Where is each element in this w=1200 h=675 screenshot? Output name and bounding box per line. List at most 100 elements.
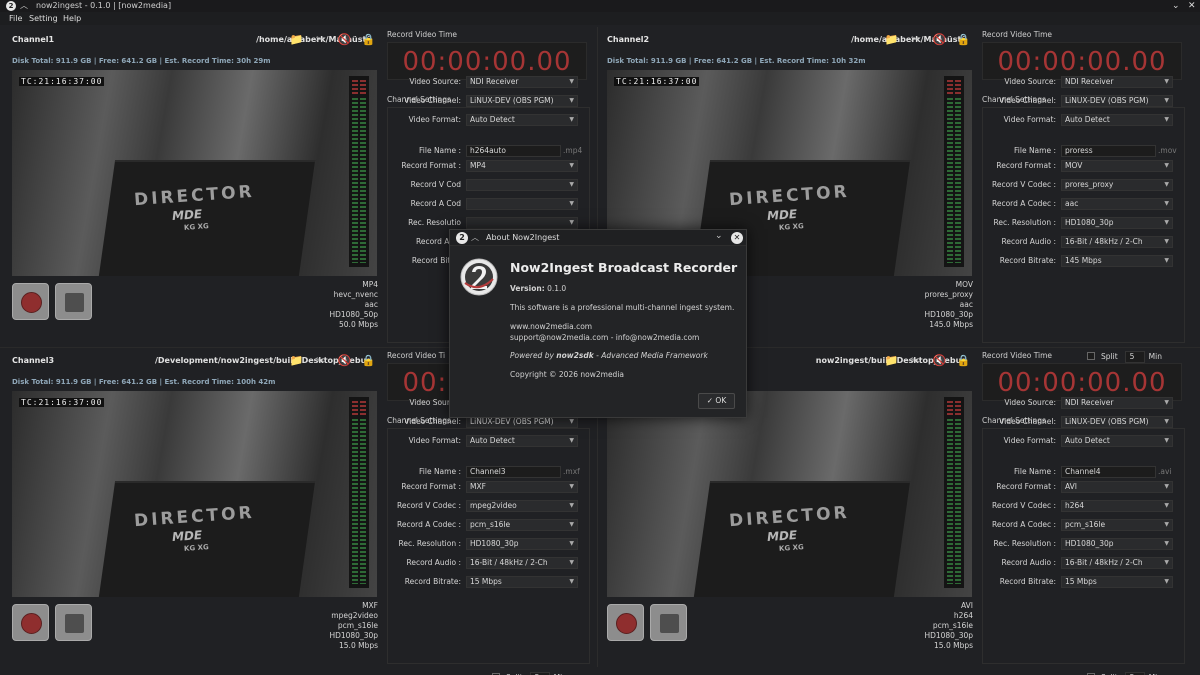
chevron-down-icon: ▼ [569, 502, 574, 509]
rec-resolution-select[interactable]: ▼ [466, 217, 578, 229]
record-audio-select[interactable]: 16-Bit / 48kHz / 2-Ch ▼ [1061, 557, 1173, 569]
file-name-label: File Name : [1014, 146, 1056, 155]
disk-info: Disk Total: 911.9 GB | Free: 641.2 GB | … [12, 57, 271, 65]
rec-resolution-select[interactable]: HD1080_30p ▼ [1061, 538, 1173, 550]
record-button[interactable] [12, 604, 49, 641]
file-name-input[interactable]: Channel4 [1061, 466, 1156, 478]
record-audio-select[interactable]: 16-Bit / 48kHz / 2-Ch ▼ [1061, 236, 1173, 248]
file-name-input[interactable]: h264auto [466, 145, 561, 157]
video-source-select[interactable]: NDI Receiver ▼ [466, 76, 578, 88]
website-text: www.now2media.com [510, 322, 593, 331]
file-name-input[interactable]: Channel3 [466, 466, 561, 478]
record-bitrate-select[interactable]: 15 Mbps ▼ [1061, 576, 1173, 588]
dialog-close-button[interactable]: ✕ [731, 232, 743, 244]
mute-icon[interactable]: 🔇 [335, 351, 354, 370]
version-label: Version: [510, 284, 545, 293]
rec-resolution-select[interactable]: HD1080_30p ▼ [1061, 217, 1173, 229]
record-a-codec-select[interactable]: aac ▼ [1061, 198, 1173, 210]
folder-icon[interactable]: 📁 [287, 351, 306, 370]
record-a-codec-label: Record A Codec : [991, 199, 1056, 208]
record-format-select[interactable]: AVI ▼ [1061, 481, 1173, 493]
app-icon: 2 [6, 1, 16, 11]
record-format-select[interactable]: MXF ▼ [466, 481, 578, 493]
stop-button[interactable] [650, 604, 687, 641]
record-bitrate-select[interactable]: 145 Mbps ▼ [1061, 255, 1173, 267]
lock-icon[interactable]: 🔒 [359, 30, 378, 49]
video-channel-select[interactable]: LiNUX-DEV (OBS PGM) ▼ [466, 95, 578, 107]
record-button[interactable] [12, 283, 49, 320]
chevron-up-icon[interactable]: ︿ [471, 232, 479, 243]
video-source-select[interactable]: NDI Receiver ▼ [1061, 397, 1173, 409]
record-a-codec-select[interactable]: pcm_s16le ▼ [466, 519, 578, 531]
record-a-codec-select[interactable]: pcm_s16le ▼ [1061, 519, 1173, 531]
rec-resolution-select[interactable]: HD1080_30p ▼ [466, 538, 578, 550]
record-v-codec-row: Record V Codec : prores_proxy ▼ [983, 178, 1186, 192]
record-bitrate-select[interactable]: 15 Mbps ▼ [466, 576, 578, 588]
record-format-select[interactable]: MOV ▼ [1061, 160, 1173, 172]
chevron-down-icon: ▼ [569, 116, 574, 123]
video-source-select[interactable]: NDI Receiver ▼ [1061, 76, 1173, 88]
record-v-codec-row: Record V Cod ▼ [388, 178, 591, 192]
record-button[interactable] [607, 604, 644, 641]
mute-icon[interactable]: 🔇 [335, 30, 354, 49]
file-extension: .mov [1158, 146, 1177, 155]
scissors-icon[interactable]: ✂ [906, 351, 925, 370]
video-channel-value: LiNUX-DEV (OBS PGM) [1065, 417, 1149, 426]
scissors-icon[interactable]: ✂ [311, 30, 330, 49]
scissors-icon[interactable]: ✂ [906, 30, 925, 49]
record-format-row: Record Format : MOV ▼ [983, 159, 1186, 173]
mute-icon[interactable]: 🔇 [930, 351, 949, 370]
info-resolution: HD1080_30p [329, 631, 378, 640]
lock-icon[interactable]: 🔒 [954, 30, 973, 49]
menu-help[interactable]: Help [63, 12, 81, 25]
video-channel-select[interactable]: LiNUX-DEV (OBS PGM) ▼ [1061, 416, 1173, 428]
menu-file[interactable]: File [9, 12, 22, 25]
stop-square-icon [65, 614, 84, 633]
video-source-label: Video Source: [409, 77, 461, 86]
minimize-button[interactable]: ⌄ [1172, 0, 1180, 12]
video-format-select[interactable]: Auto Detect ▼ [1061, 435, 1173, 447]
stop-button[interactable] [55, 283, 92, 320]
folder-icon[interactable]: 📁 [287, 30, 306, 49]
meter-right-peak [360, 401, 366, 417]
scissors-icon[interactable]: ✂ [311, 351, 330, 370]
record-dot-icon [21, 613, 42, 634]
chevron-down-icon: ▼ [1164, 399, 1169, 406]
info-vcodec: mpeg2video [331, 611, 378, 620]
lock-icon[interactable]: 🔒 [359, 351, 378, 370]
video-format-select[interactable]: Auto Detect ▼ [466, 114, 578, 126]
record-format-select[interactable]: MP4 ▼ [466, 160, 578, 172]
close-button[interactable]: ✕ [1188, 0, 1196, 12]
video-channel-value: LiNUX-DEV (OBS PGM) [1065, 96, 1149, 105]
mute-icon[interactable]: 🔇 [930, 30, 949, 49]
app-icon: 2 [456, 232, 468, 244]
folder-icon[interactable]: 📁 [882, 30, 901, 49]
record-a-codec-select[interactable]: ▼ [466, 198, 578, 210]
video-format-select[interactable]: Auto Detect ▼ [466, 435, 578, 447]
powered-suffix: - Advanced Media Framework [596, 351, 708, 360]
lock-icon[interactable]: 🔒 [954, 351, 973, 370]
video-info: MP4 hevc_nvenc aac HD1080_50p 50.0 Mbps [220, 280, 378, 330]
ksg-text: KG XG [778, 222, 804, 232]
video-source-row: Video Source: NDI Receiver ▼ [388, 75, 591, 89]
menu-setting[interactable]: Setting [29, 12, 58, 25]
record-v-codec-select[interactable]: prores_proxy ▼ [1061, 179, 1173, 191]
record-format-value: MP4 [470, 161, 486, 170]
record-a-codec-value: pcm_s16le [1065, 520, 1106, 529]
ok-button[interactable]: ✓ OK [698, 393, 735, 409]
channel-settings-form: Video Source:NDI Receiver▼Video Channel:… [982, 397, 1185, 675]
record-a-codec-row: Record A Codec : pcm_s16le ▼ [388, 518, 591, 532]
rec-resolution-row: Rec. Resolution : HD1080_30p ▼ [388, 537, 591, 551]
stop-button[interactable] [55, 604, 92, 641]
chevron-up-icon[interactable]: ︿ [20, 0, 28, 12]
dialog-minimize-button[interactable]: ⌄ [715, 231, 723, 241]
record-audio-select[interactable]: 16-Bit / 48kHz / 2-Ch ▼ [466, 557, 578, 569]
record-v-codec-select[interactable]: ▼ [466, 179, 578, 191]
video-channel-select[interactable]: LiNUX-DEV (OBS PGM) ▼ [1061, 95, 1173, 107]
video-format-select[interactable]: Auto Detect ▼ [1061, 114, 1173, 126]
record-v-codec-select[interactable]: h264 ▼ [1061, 500, 1173, 512]
record-v-codec-select[interactable]: mpeg2video ▼ [466, 500, 578, 512]
file-name-input[interactable]: proress [1061, 145, 1156, 157]
folder-icon[interactable]: 📁 [882, 351, 901, 370]
record-video-time-label: Record Video Time [982, 351, 1053, 360]
